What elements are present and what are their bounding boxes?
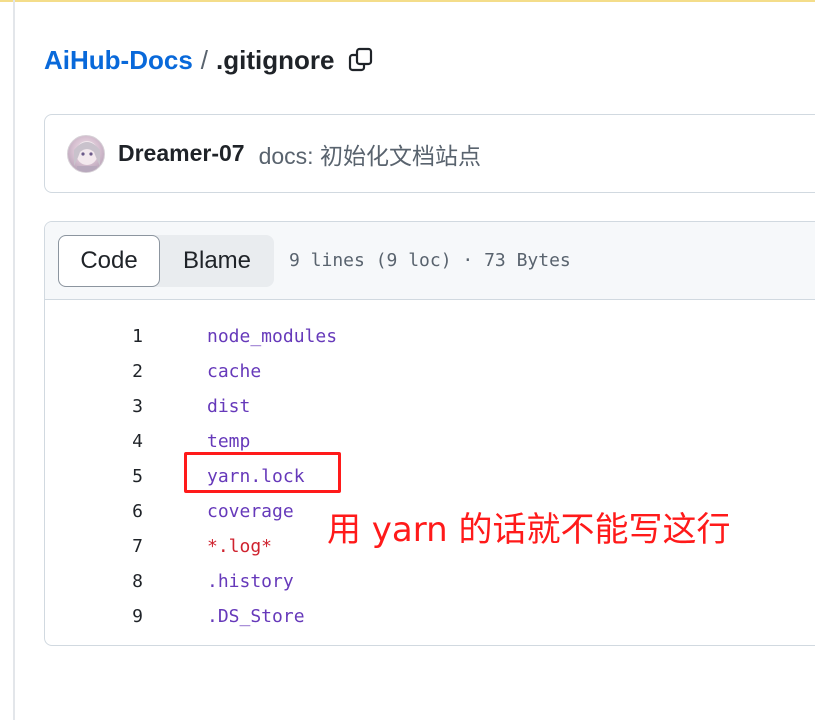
line-content: cache xyxy=(207,361,262,382)
annotation-text: 用 yarn 的话就不能写这行 xyxy=(327,510,731,550)
code-body: 1 node_modules 2 cache 3 dist 4 temp 5 y… xyxy=(45,300,815,634)
line-content: dist xyxy=(207,396,251,417)
code-line: 5 yarn.lock xyxy=(45,459,815,494)
line-content: yarn.lock xyxy=(207,466,305,487)
line-number[interactable]: 6 xyxy=(45,501,143,522)
latest-commit-box: Dreamer-07 docs: 初始化文档站点 xyxy=(44,114,815,193)
code-line: 2 cache xyxy=(45,354,815,389)
line-content: temp xyxy=(207,431,251,452)
line-content: node_modules xyxy=(207,326,338,347)
code-line: 8 .history xyxy=(45,564,815,599)
breadcrumb-separator: / xyxy=(200,44,209,75)
tab-code[interactable]: Code xyxy=(58,234,160,287)
line-content: .DS_Store xyxy=(207,606,305,627)
commit-message[interactable]: docs: 初始化文档站点 xyxy=(259,137,481,171)
avatar-image xyxy=(74,140,100,172)
view-mode-toggle: Code Blame xyxy=(58,234,274,287)
file-name: .gitignore xyxy=(216,44,335,75)
repo-link[interactable]: AiHub-Docs xyxy=(44,45,193,76)
top-divider xyxy=(0,0,815,2)
breadcrumb: AiHub-Docs / .gitignore xyxy=(44,42,376,78)
file-stats: 9 lines (9 loc) · 73 Bytes xyxy=(289,250,571,271)
line-number[interactable]: 8 xyxy=(45,571,143,592)
copy-icon xyxy=(349,47,373,72)
commit-author[interactable]: Dreamer-07 xyxy=(118,140,245,167)
line-number[interactable]: 9 xyxy=(45,606,143,627)
line-number[interactable]: 1 xyxy=(45,326,143,347)
file-viewer: Code Blame 9 lines (9 loc) · 73 Bytes 1 … xyxy=(44,221,815,646)
avatar[interactable] xyxy=(67,134,105,173)
line-content: coverage xyxy=(207,501,294,522)
line-content: .history xyxy=(207,571,294,592)
tab-blame[interactable]: Blame xyxy=(160,235,274,287)
code-line: 3 dist xyxy=(45,389,815,424)
code-line: 1 node_modules xyxy=(45,319,815,354)
copy-path-button[interactable] xyxy=(346,45,376,75)
file-header: Code Blame 9 lines (9 loc) · 73 Bytes xyxy=(45,222,815,300)
line-number[interactable]: 2 xyxy=(45,361,143,382)
line-number[interactable]: 3 xyxy=(45,396,143,417)
page: AiHub-Docs / .gitignore Dreamer-07 docs:… xyxy=(0,0,815,720)
line-number[interactable]: 5 xyxy=(45,466,143,487)
code-line: 4 temp xyxy=(45,424,815,459)
line-number[interactable]: 4 xyxy=(45,431,143,452)
line-content: *.log* xyxy=(207,536,273,557)
line-number[interactable]: 7 xyxy=(45,536,143,557)
code-line: 9 .DS_Store xyxy=(45,599,815,634)
left-divider xyxy=(13,0,15,720)
